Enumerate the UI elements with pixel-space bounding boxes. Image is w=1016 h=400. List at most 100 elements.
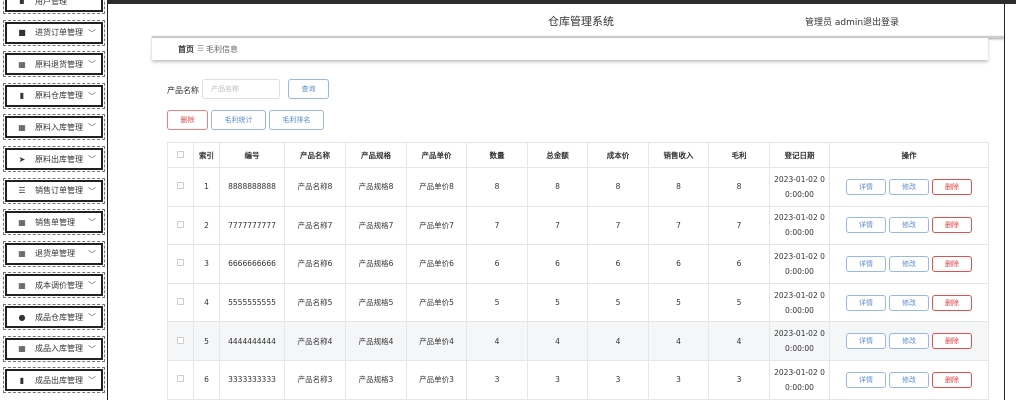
profit-rank-button[interactable]: 毛利排名	[269, 110, 324, 130]
cell-spec: 产品规格6	[345, 244, 407, 284]
profit-stats-button[interactable]: 毛利统计	[211, 110, 266, 130]
column-header: 登记日期	[769, 142, 830, 168]
sidebar-item[interactable]: ▦ 原料入库管理 ﹀	[3, 114, 105, 141]
cell-spec: 产品规格5	[345, 282, 407, 323]
cell-revenue: 6	[648, 244, 709, 284]
cell-total: 4	[527, 321, 588, 361]
sidebar-item[interactable]: ▮ 原料仓库管理 ﹀	[3, 82, 105, 109]
edit-button[interactable]: 修改	[889, 294, 929, 311]
row-checkbox[interactable]	[167, 359, 194, 400]
sidebar-item-label: 用户管理	[35, 0, 67, 6]
right-scrollbar[interactable]	[1004, 4, 1016, 400]
cell-index: 3	[193, 244, 220, 284]
row-checkbox[interactable]	[167, 321, 194, 361]
chevron-down-icon: ﹀	[88, 123, 96, 133]
edit-button[interactable]: 修改	[889, 178, 929, 195]
edit-button[interactable]: 修改	[889, 371, 929, 388]
sidebar-item[interactable]: ▪ 用户管理 ﹀	[3, 0, 105, 14]
list-icon: ☰	[18, 186, 26, 196]
sidebar-item[interactable]: ☰ 销售订单管理 ﹀	[3, 177, 105, 204]
cell-qty: 3	[466, 359, 528, 400]
delete-button[interactable]: 删除	[932, 217, 972, 234]
cell-name: 产品名称5	[284, 282, 346, 323]
sidebar-item-label: 销售订单管理	[35, 186, 83, 196]
delete-button[interactable]: 删除	[932, 371, 972, 388]
grid-icon: ▦	[18, 122, 26, 132]
product-name-input[interactable]	[202, 79, 280, 99]
grid-icon: ▦	[18, 344, 26, 354]
clipboard-icon: ■	[18, 28, 26, 38]
cell-code: 8888888888	[219, 167, 285, 207]
cell-date: 2023-01-02 0 0:00:00	[769, 321, 830, 361]
cell-actions: 详情 修改 删除	[829, 321, 989, 361]
table-row: 2 7777777777 产品名称7 产品规格7 产品单价7 7 7 7 7 7 2023-01-0…	[167, 205, 989, 246]
cell-profit: 4	[708, 321, 770, 361]
cell-name: 产品名称8	[284, 167, 346, 207]
cell-cost: 6	[587, 244, 649, 284]
row-checkbox[interactable]	[167, 167, 194, 207]
column-header: 索引	[193, 142, 220, 168]
breadcrumb-current: 毛利信息	[206, 45, 238, 54]
sidebar-item[interactable]: ● 成品仓库管理 ﹀	[3, 304, 105, 330]
query-button[interactable]: 查询	[288, 79, 329, 99]
cell-index: 6	[193, 359, 220, 400]
logout-link[interactable]: 退出登录	[863, 15, 899, 28]
cell-code: 5555555555	[219, 282, 285, 323]
cell-index: 2	[193, 205, 220, 246]
row-checkbox[interactable]	[167, 205, 194, 246]
cell-date: 2023-01-02 0 0:00:00	[769, 282, 830, 323]
delete-button[interactable]: 删除	[932, 294, 972, 311]
delete-button[interactable]: 删除	[932, 178, 972, 195]
table-row: 1 8888888888 产品名称8 产品规格8 产品单价8 8 8 8 8 8 2023-01-0…	[167, 167, 989, 207]
cell-date: 2023-01-02 0 0:00:00	[769, 167, 830, 207]
cell-actions: 详情 修改 删除	[829, 167, 989, 207]
cell-price: 产品单价7	[406, 205, 467, 246]
detail-button[interactable]: 详情	[846, 333, 886, 350]
chevron-down-icon: ﹀	[88, 155, 96, 164]
sidebar-item[interactable]: ➤ 原料出库管理 ﹀	[3, 146, 105, 172]
breadcrumb-home[interactable]: 首页	[178, 44, 194, 55]
sidebar-item[interactable]: ▦ 原料退货管理 ﹀	[3, 51, 105, 78]
cell-spec: 产品规格3	[345, 359, 407, 400]
chevron-down-icon: ﹀	[88, 313, 96, 322]
breadcrumb: 首页 ☰ 毛利信息	[152, 38, 988, 60]
detail-button[interactable]: 详情	[846, 255, 886, 272]
cell-qty: 8	[466, 167, 528, 207]
delete-button[interactable]: 删除	[932, 333, 972, 350]
sidebar-item[interactable]: ▦ 销售单管理 ﹀	[3, 209, 105, 236]
cell-qty: 5	[466, 282, 528, 323]
cell-price: 产品单价4	[406, 321, 467, 361]
chevron-down-icon: ﹀	[88, 28, 96, 38]
row-checkbox[interactable]	[167, 244, 194, 284]
detail-button[interactable]: 详情	[846, 217, 886, 234]
edit-button[interactable]: 修改	[889, 217, 929, 234]
cell-revenue: 5	[648, 282, 709, 323]
sidebar-item[interactable]: ▮ 成品出库管理 ﹀	[3, 367, 105, 394]
batch-delete-button[interactable]: 删除	[167, 110, 208, 130]
cell-total: 6	[527, 244, 588, 284]
select-all-checkbox[interactable]	[167, 142, 194, 168]
detail-button[interactable]: 详情	[846, 178, 886, 195]
table-row: 4 5555555555 产品名称5 产品规格5 产品单价5 5 5 5 5 5 2023-01-0…	[167, 282, 989, 323]
column-header: 产品单价	[406, 142, 467, 168]
edit-button[interactable]: 修改	[889, 255, 929, 272]
cell-date: 2023-01-02 0 0:00:00	[769, 359, 830, 400]
breadcrumb-menu-icon: ☰	[197, 44, 205, 53]
profit-table: 索引 编号 产品名称 产品规格 产品单价 数量 总金额 成本价 销售收入 毛利 登记日期 操作 1 88…	[167, 142, 989, 400]
row-checkbox[interactable]	[167, 282, 194, 323]
column-header: 数量	[466, 142, 528, 168]
bar-chart-icon: ▮	[19, 91, 25, 101]
detail-button[interactable]: 详情	[846, 371, 886, 388]
cell-code: 3333333333	[219, 359, 285, 400]
delete-button[interactable]: 删除	[932, 255, 972, 272]
sidebar-item[interactable]: ▦ 退货单管理 ﹀	[3, 240, 105, 267]
edit-button[interactable]: 修改	[889, 333, 929, 350]
detail-button[interactable]: 详情	[846, 294, 886, 311]
cell-qty: 7	[466, 205, 528, 246]
sidebar-item[interactable]: ▦ 成本调价管理 ﹀	[3, 272, 105, 299]
cell-cost: 7	[587, 205, 649, 246]
sidebar-item[interactable]: ■ 进货订单管理 ﹀	[3, 19, 105, 46]
column-header: 产品名称	[284, 142, 346, 168]
cell-name: 产品名称4	[284, 321, 346, 361]
sidebar-item[interactable]: ▦ 成品入库管理 ﹀	[3, 335, 105, 362]
